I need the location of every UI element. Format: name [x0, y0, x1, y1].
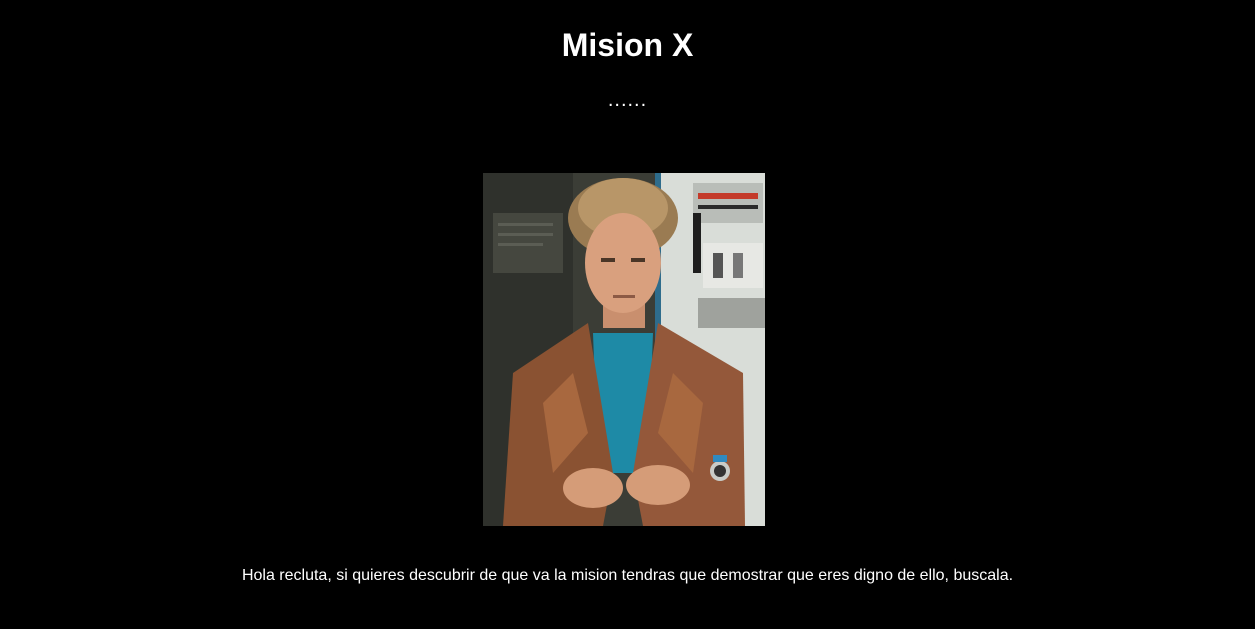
hero-photo	[483, 173, 765, 526]
page: Mision X ...... Hola recluta, si quieres…	[0, 0, 1255, 629]
subtitle-dots: ......	[607, 89, 648, 111]
page-title: Mision X	[561, 27, 694, 63]
intro-message: Hola recluta, si quieres descubrir de qu…	[241, 567, 1014, 584]
